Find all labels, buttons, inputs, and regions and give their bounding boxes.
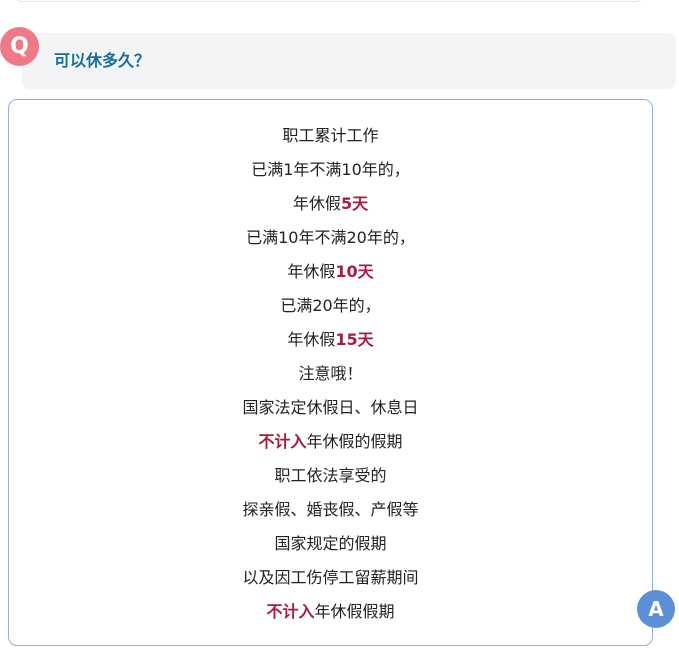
qa-page: Q 可以休多久？ 职工累计工作 已满1年不满10年的， 年休假5天 已满10年不满20… [0, 0, 679, 654]
answer-highlight: 不计入 [266, 602, 315, 621]
answer-line: 国家法定休假日、休息日 [9, 396, 652, 430]
answer-line: 已满10年不满20年的， [9, 226, 652, 260]
answer-line: 年休假15天 [9, 328, 652, 362]
answer-line: 年休假5天 [9, 192, 652, 226]
answer-text: 年休假 [287, 330, 336, 349]
answer-line: 国家规定的假期 [9, 532, 652, 566]
answer-card: 职工累计工作 已满1年不满10年的， 年休假5天 已满10年不满20年的， 年休假10天… [8, 99, 653, 646]
answer-text: 注意哦！ [298, 364, 363, 383]
answer-text: 年休假 [287, 262, 336, 281]
answer-text: 已满20年的， [280, 296, 381, 315]
answer-highlight: 10天 [335, 262, 374, 281]
question-text: 可以休多久？ [54, 51, 151, 70]
answer-line: 不计入年休假的假期 [9, 430, 652, 464]
answer-highlight: 不计入 [258, 432, 307, 451]
answer-highlight: 15天 [335, 330, 374, 349]
answer-text: 职工累计工作 [282, 126, 379, 145]
answer-text: 年休假假期 [314, 602, 395, 621]
answer-line: 注意哦！ [9, 362, 652, 396]
answer-line: 职工累计工作 [9, 124, 652, 158]
answer-text: 国家法定休假日、休息日 [242, 398, 419, 417]
answer-line: 已满20年的， [9, 294, 652, 328]
answer-text: 以及因工伤停工留薪期间 [242, 568, 419, 587]
answer-line: 已满1年不满10年的， [9, 158, 652, 192]
answer-text: 已满10年不满20年的， [246, 228, 415, 247]
answer-text: 已满1年不满10年的， [251, 160, 410, 179]
answer-line: 年休假10天 [9, 260, 652, 294]
answer-text: 国家规定的假期 [274, 534, 387, 553]
question-badge-icon: Q [0, 27, 39, 66]
answer-text: 年休假的假期 [306, 432, 403, 451]
answer-lines: 职工累计工作 已满1年不满10年的， 年休假5天 已满10年不满20年的， 年休假10天… [9, 124, 652, 634]
answer-text: 年休假 [292, 194, 341, 213]
answer-line: 职工依法享受的 [9, 464, 652, 498]
answer-line: 探亲假、婚丧假、产假等 [9, 498, 652, 532]
answer-text: 职工依法享受的 [274, 466, 387, 485]
answer-line: 不计入年休假假期 [9, 600, 652, 634]
answer-text: 探亲假、婚丧假、产假等 [242, 500, 419, 519]
answer-line: 以及因工伤停工留薪期间 [9, 566, 652, 600]
answer-highlight: 5天 [340, 194, 369, 213]
answer-badge-icon: A [637, 590, 675, 628]
previous-card-edge [14, 0, 644, 2]
